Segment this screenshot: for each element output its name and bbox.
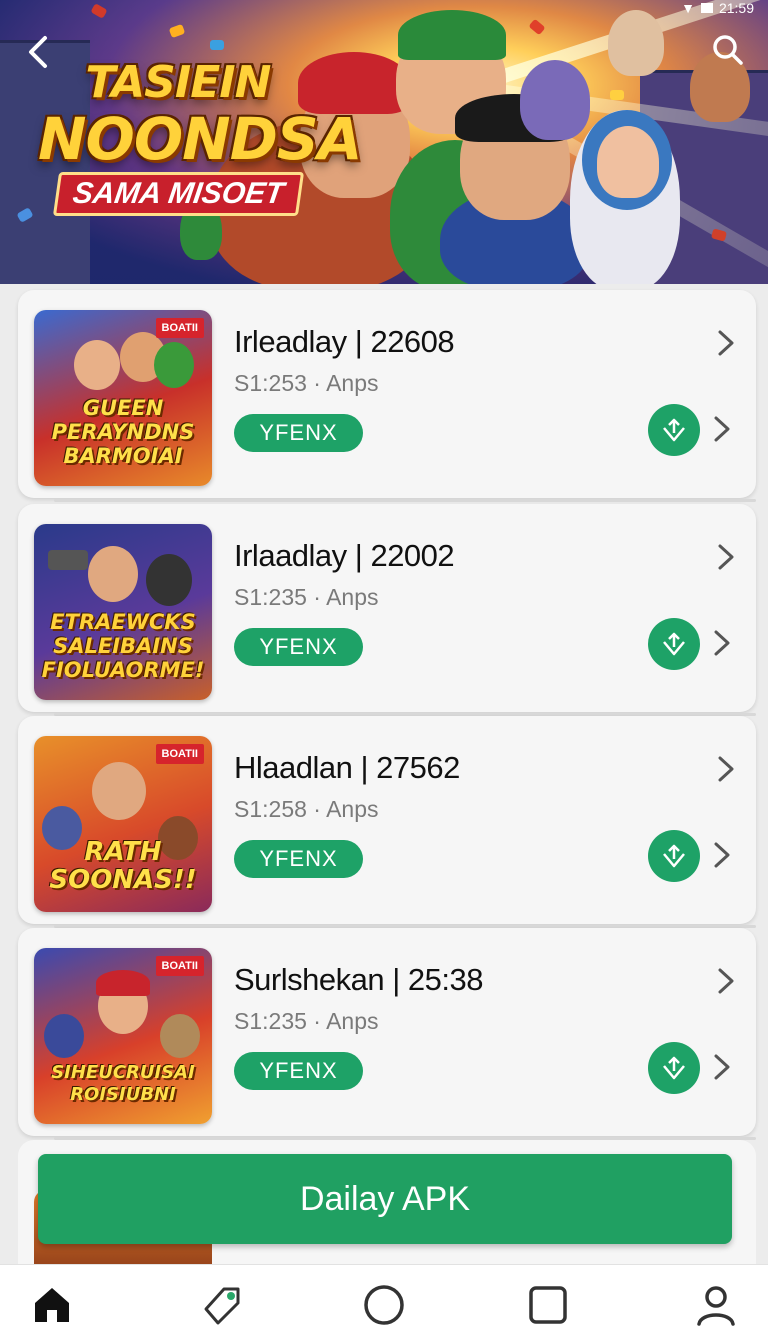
thumb-character bbox=[92, 762, 146, 820]
search-button[interactable] bbox=[708, 30, 748, 70]
confetti bbox=[90, 3, 108, 19]
thumb-title: GUEEN PERAYNDNS BARMOIAI bbox=[51, 396, 195, 468]
circle-icon bbox=[364, 1285, 404, 1325]
thumb-title: SIHEUCRUISAI ROISIUBNI bbox=[51, 1062, 195, 1105]
item-title: Surlshekan | 25:38 bbox=[234, 962, 483, 997]
download-icon bbox=[663, 1056, 685, 1080]
status-bar: ▼ 21:59 bbox=[681, 0, 754, 16]
item-title: Irleadlay | 22608 bbox=[234, 324, 455, 359]
thumb-creature bbox=[160, 1014, 200, 1058]
nav-deals[interactable] bbox=[198, 1281, 246, 1329]
wifi-icon: ▼ bbox=[681, 0, 695, 16]
list-item[interactable]: ETRAEWCKS SALEIBAINS FIOLUAORME! Irlaadl… bbox=[18, 504, 756, 716]
character-face bbox=[520, 60, 590, 140]
thumb-red-cap bbox=[96, 970, 150, 996]
item-badge[interactable]: YFENX bbox=[234, 840, 363, 878]
download-icon bbox=[663, 844, 685, 868]
status-time: 21:59 bbox=[718, 0, 754, 16]
character-face bbox=[597, 126, 659, 198]
thumb-title: ETRAEWCKS SALEIBAINS FIOLUAORME! bbox=[41, 610, 205, 682]
download-icon bbox=[663, 632, 685, 656]
search-icon bbox=[713, 35, 743, 65]
app-thumbnail: BOATII SIHEUCRUISAI ROISIUBNI bbox=[34, 948, 212, 1124]
nav-profile[interactable] bbox=[692, 1281, 740, 1329]
item-subtitle: S1:253 · Anps bbox=[234, 370, 379, 396]
item-subtitle: S1:235 · Anps bbox=[234, 584, 379, 610]
app-thumbnail: BOATII RATH SOONAS!! bbox=[34, 736, 212, 912]
hero-logo-line3: SAMA MISOET bbox=[52, 172, 304, 216]
character-green-hat bbox=[398, 10, 506, 60]
list-item[interactable]: BOATII SIHEUCRUISAI ROISIUBNI Surlshekan… bbox=[18, 928, 756, 1140]
bottom-navigation bbox=[0, 1264, 768, 1344]
thumb-creature bbox=[44, 1014, 84, 1058]
item-subtitle: S1:258 · Anps bbox=[234, 796, 379, 822]
download-button[interactable] bbox=[648, 830, 700, 882]
thumb-title: RATH SOONAS!! bbox=[49, 837, 197, 895]
thumb-weapon bbox=[48, 550, 88, 570]
download-button[interactable] bbox=[648, 618, 700, 670]
chevron-right-icon[interactable] bbox=[710, 628, 734, 658]
square-icon bbox=[529, 1286, 567, 1324]
chevron-right-icon[interactable] bbox=[710, 840, 734, 870]
confetti bbox=[610, 90, 624, 100]
list-item[interactable]: BOATII GUEEN PERAYNDNS BARMOIAI Irleadla… bbox=[18, 290, 756, 502]
home-icon bbox=[35, 1288, 69, 1322]
chevron-right-icon[interactable] bbox=[714, 754, 738, 784]
character-creature bbox=[608, 10, 664, 76]
download-icon bbox=[663, 418, 685, 442]
user-icon bbox=[697, 1286, 735, 1326]
thumb-tag: BOATII bbox=[155, 956, 204, 976]
item-badge[interactable]: YFENX bbox=[234, 1052, 363, 1090]
download-button[interactable] bbox=[648, 404, 700, 456]
chevron-right-icon[interactable] bbox=[714, 966, 738, 996]
thumb-character bbox=[88, 546, 138, 602]
tag-icon bbox=[204, 1287, 240, 1325]
thumb-character bbox=[154, 342, 194, 388]
download-button[interactable] bbox=[648, 1042, 700, 1094]
thumb-tag: BOATII bbox=[155, 318, 204, 338]
nav-library[interactable] bbox=[524, 1281, 572, 1329]
hero-banner: ▼ 21:59 TASIEIN NOONDSA SAMA MISOET bbox=[0, 0, 768, 284]
confetti bbox=[528, 18, 546, 36]
item-badge[interactable]: YFENX bbox=[234, 628, 363, 666]
hero-logo-line2: NOONDSA bbox=[38, 105, 363, 173]
item-title: Irlaadlay | 22002 bbox=[234, 538, 455, 573]
battery-icon bbox=[700, 3, 713, 13]
thumb-character bbox=[74, 340, 120, 390]
app-thumbnail: BOATII GUEEN PERAYNDNS BARMOIAI bbox=[34, 310, 212, 486]
hero-logo: TASIEIN NOONDSA SAMA MISOET bbox=[38, 57, 363, 228]
app-thumbnail: ETRAEWCKS SALEIBAINS FIOLUAORME! bbox=[34, 524, 212, 700]
nav-discover[interactable] bbox=[360, 1281, 408, 1329]
nav-home[interactable] bbox=[28, 1281, 76, 1329]
chevron-right-icon[interactable] bbox=[710, 414, 734, 444]
thumb-tag: BOATII bbox=[155, 744, 204, 764]
hero-logo-line1: TASIEIN bbox=[85, 57, 272, 108]
item-badge[interactable]: YFENX bbox=[234, 414, 363, 452]
download-apk-button[interactable]: Dailay APK bbox=[38, 1154, 732, 1244]
list-item[interactable]: BOATII RATH SOONAS!! Hlaadlan | 27562 S1… bbox=[18, 716, 756, 928]
thumb-character bbox=[146, 554, 192, 606]
chevron-right-icon[interactable] bbox=[714, 328, 738, 358]
item-title: Hlaadlan | 27562 bbox=[234, 750, 460, 785]
chevron-right-icon[interactable] bbox=[710, 1052, 734, 1082]
confetti bbox=[210, 40, 224, 50]
confetti bbox=[168, 23, 186, 39]
chevron-right-icon[interactable] bbox=[714, 542, 738, 572]
item-subtitle: S1:235 · Anps bbox=[234, 1008, 379, 1034]
